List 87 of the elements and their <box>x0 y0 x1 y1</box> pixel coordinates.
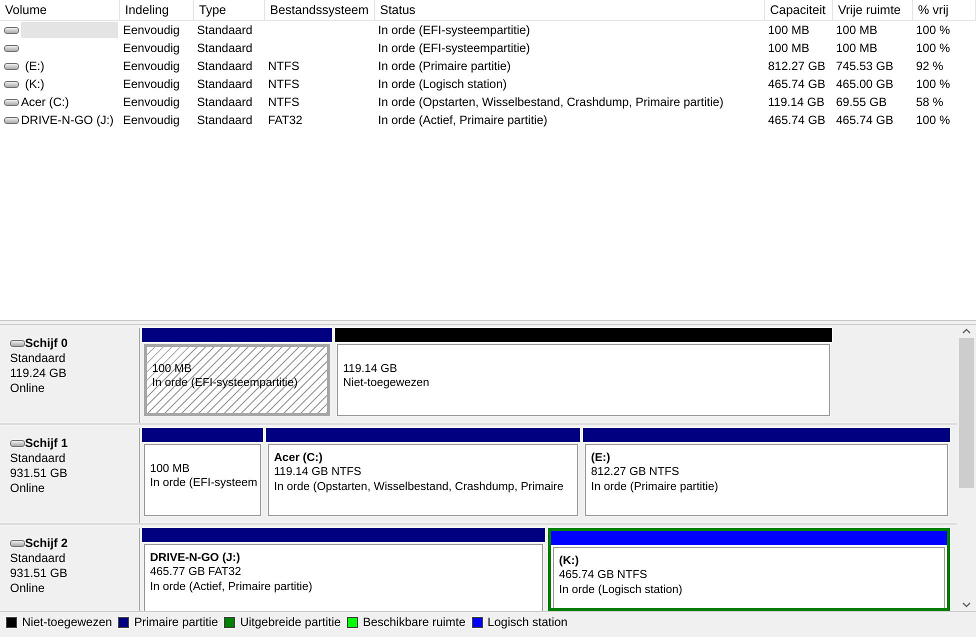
partition-block[interactable]: 100 MB In orde (EFI-systeempartitie) <box>144 344 330 416</box>
drive-icon <box>4 116 19 124</box>
disk-state: Online <box>10 481 46 496</box>
table-cell: In orde (Actief, Primaire partitie) <box>378 112 548 126</box>
table-cell: 92 % <box>916 58 944 72</box>
disk-name: Schijf 0 <box>25 336 68 351</box>
table-cell: NTFS <box>268 94 300 108</box>
drive-icon <box>4 44 19 52</box>
column-header[interactable]: Bestandssysteem <box>265 0 375 20</box>
drive-icon <box>4 98 19 106</box>
table-cell: 119.14 GB <box>768 94 824 108</box>
table-cell: Eenvoudig <box>123 40 180 54</box>
table-cell: 812.27 GB <box>768 58 826 72</box>
column-header[interactable]: Capaciteit <box>765 0 833 20</box>
legend-label: Niet-toegewezen <box>22 614 112 630</box>
partition-block[interactable]: (K:) 465.74 GB NTFS In orde (Logisch station) <box>553 547 945 608</box>
table-cell: Eenvoudig <box>123 94 180 108</box>
table-cell: 100 MB <box>768 40 810 54</box>
partition-block[interactable]: DRIVE-N-GO (J:) 465.77 GB FAT32 In orde (Actief, Primaire partitie) <box>144 544 543 611</box>
drive-icon <box>4 62 19 70</box>
table-cell: FAT32 <box>268 112 302 126</box>
table-cell: 465.74 GB <box>768 112 826 126</box>
column-header[interactable]: Status <box>375 0 765 20</box>
extended-partition[interactable]: (K:) 465.74 GB NTFS In orde (Logisch station) <box>548 531 950 611</box>
disk-size: 119.24 GB <box>10 366 68 381</box>
table-cell: In orde (Logisch station) <box>378 76 507 90</box>
partition-block[interactable]: 100 MB In orde (EFI-systeem <box>144 444 261 516</box>
table-cell: In orde (EFI-systeempartitie) <box>378 40 530 54</box>
scroll-down-icon[interactable] <box>962 602 971 608</box>
table-cell: 100 MB <box>768 22 810 36</box>
table-cell: Standaard <box>197 22 252 36</box>
volume-name[interactable]: Acer (C:) <box>21 94 118 110</box>
table-cell: NTFS <box>268 58 300 72</box>
table-cell: 465.00 GB <box>836 76 894 90</box>
drive-icon <box>4 26 19 34</box>
table-cell: 69.55 GB <box>836 94 887 108</box>
table-cell: In orde (Primaire partitie) <box>378 58 511 72</box>
legend-label: Uitgebreide partitie <box>240 614 341 630</box>
table-cell: Standaard <box>197 58 252 72</box>
disk-size: 931.51 GB <box>10 566 68 581</box>
selected-volume-cell[interactable] <box>21 22 118 38</box>
table-cell: 745.53 GB <box>836 58 894 72</box>
partition-block[interactable]: 119.14 GB Niet-toegewezen <box>337 344 830 416</box>
drive-icon <box>4 80 19 88</box>
disk-size: 931.51 GB <box>10 466 68 481</box>
scrollbar-thumb[interactable] <box>959 338 974 488</box>
table-cell: 100 % <box>916 22 950 36</box>
legend-label: Beschikbare ruimte <box>362 614 466 630</box>
table-cell: 465.74 GB <box>836 112 894 126</box>
table-cell: 100 % <box>916 40 950 54</box>
table-cell: 100 % <box>916 76 950 90</box>
volume-name[interactable]: (K:) <box>21 76 118 92</box>
disk-state: Online <box>10 581 46 596</box>
legend-label: Logisch station <box>488 614 568 630</box>
disk-type: Standaard <box>10 451 66 466</box>
table-cell: Standaard <box>197 94 252 108</box>
partition-block[interactable]: (E:) 812.27 GB NTFS In orde (Primaire partitie) <box>585 444 948 516</box>
volume-name[interactable]: DRIVE-N-GO (J:) <box>21 112 118 128</box>
column-header[interactable]: Volume <box>0 0 120 20</box>
table-cell: Eenvoudig <box>123 22 180 36</box>
table-cell: Eenvoudig <box>123 76 180 90</box>
table-cell: 100 % <box>916 112 950 126</box>
table-cell: 100 MB <box>836 22 878 36</box>
table-cell: Eenvoudig <box>123 112 180 126</box>
column-header[interactable]: Indeling <box>120 0 194 20</box>
table-cell: 100 MB <box>836 40 878 54</box>
table-cell: Eenvoudig <box>123 58 180 72</box>
legend-label: Primaire partitie <box>134 614 218 630</box>
table-cell: 58 % <box>916 94 944 108</box>
table-cell: In orde (Opstarten, Wisselbestand, Crashdump, Primaire partitie) <box>378 94 724 108</box>
column-header[interactable]: % vrij <box>913 0 976 20</box>
disk-type: Standaard <box>10 551 66 566</box>
volume-name[interactable]: (E:) <box>21 58 118 74</box>
table-cell: Standaard <box>197 76 252 90</box>
partition-block[interactable]: Acer (C:) 119.14 GB NTFS In orde (Opstarten, Wisselbestand, Crashdump, Primaire <box>268 444 578 516</box>
table-cell: Standaard <box>197 40 252 54</box>
disk-name: Schijf 1 <box>25 436 68 451</box>
column-header[interactable]: Vrije ruimte <box>833 0 913 20</box>
table-cell: 465.74 GB <box>768 76 826 90</box>
disk-name: Schijf 2 <box>25 536 68 551</box>
table-cell: In orde (EFI-systeempartitie) <box>378 22 530 36</box>
column-header[interactable]: Type <box>194 0 265 20</box>
scroll-up-icon[interactable] <box>962 328 971 334</box>
table-cell: NTFS <box>268 76 300 90</box>
table-cell: Standaard <box>197 112 252 126</box>
disk-type: Standaard <box>10 351 66 366</box>
disk-state: Online <box>10 381 46 396</box>
